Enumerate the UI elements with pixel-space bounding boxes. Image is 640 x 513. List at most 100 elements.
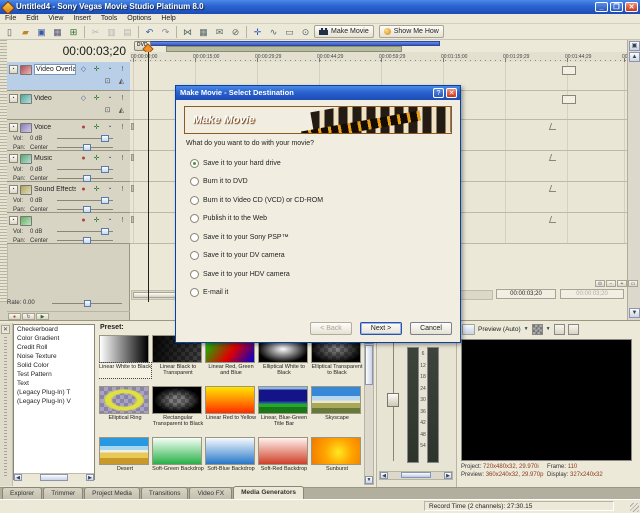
chevron-down-icon[interactable]: ▼ xyxy=(524,326,529,332)
preview-quality-label[interactable]: Preview (Auto) xyxy=(478,326,521,333)
slider-handle[interactable] xyxy=(100,135,109,142)
solo-icon[interactable]: ! xyxy=(117,122,128,133)
bypass-motion-blur-icon[interactable]: ⊡ xyxy=(102,76,113,87)
zoom-selection-button[interactable]: ▭ xyxy=(628,280,638,287)
cursor-time-display[interactable]: 00:00:03;20 xyxy=(63,44,126,58)
clip-event-icon[interactable] xyxy=(562,66,576,75)
preset-linear-white-to-black[interactable]: Linear White to Black xyxy=(99,335,152,385)
track-fx-icon[interactable]: ✛ xyxy=(91,93,102,104)
menu-view[interactable]: View xyxy=(43,15,68,22)
mute-icon[interactable]: ◔ xyxy=(104,93,115,104)
slider-handle[interactable] xyxy=(82,206,91,213)
paste-icon[interactable]: ▤ xyxy=(120,25,135,38)
mute-icon[interactable]: ◔ xyxy=(104,153,115,164)
audio-event-icon[interactable] xyxy=(131,123,134,130)
record-arm-icon[interactable]: ● xyxy=(78,215,89,226)
track-header-music[interactable]: ▪ Music ● ✛ ◔! Vol: 0 dB Pan: Center xyxy=(7,151,130,182)
slider-handle[interactable] xyxy=(82,175,91,182)
minimize-button[interactable]: _ xyxy=(595,2,608,12)
track-header-voice[interactable]: ▪ Voice ● ✛ ◔! Vol: 0 dB Pan: Center xyxy=(7,120,130,151)
vol-row-slider[interactable] xyxy=(57,135,113,142)
tab-explorer[interactable]: Explorer xyxy=(2,487,43,499)
track-color-swatch[interactable] xyxy=(20,93,32,104)
track-minimize-icon[interactable]: ▪ xyxy=(9,94,18,103)
preset-soft-red-backdrop[interactable]: Soft-Red Backdrop xyxy=(258,437,310,485)
radio-button-icon[interactable] xyxy=(190,214,199,224)
dialog-close-button[interactable]: ✕ xyxy=(446,88,457,98)
selection-end-box[interactable]: 00:00:03;20 xyxy=(560,289,624,299)
track-header-sound-effects[interactable]: ▪ Sound Effects ● ✛ ◔! Vol: 0 dB Pan: Center xyxy=(7,182,130,213)
dialog-option-3[interactable]: Publish it to the Web xyxy=(190,210,323,229)
tab-transitions[interactable]: Transitions xyxy=(140,487,189,499)
track-minimize-icon[interactable]: ▪ xyxy=(9,185,18,194)
close-button[interactable]: ✕ xyxy=(625,2,638,12)
slider-handle[interactable] xyxy=(100,166,109,173)
project-properties-icon[interactable]: ▦ xyxy=(50,25,65,38)
track-color-swatch[interactable] xyxy=(20,153,32,164)
radio-button-icon[interactable] xyxy=(190,158,199,168)
vol-row-slider[interactable] xyxy=(57,197,113,204)
radio-button-icon[interactable] xyxy=(190,195,199,205)
vol-row-slider[interactable] xyxy=(57,166,113,173)
generator-item[interactable]: (Legacy Plug-In) T xyxy=(14,388,94,397)
save-project-icon[interactable]: ▣ xyxy=(34,25,49,38)
zoom-edit-tool-button[interactable]: ⊙ xyxy=(595,280,605,287)
menu-insert[interactable]: Insert xyxy=(68,15,96,22)
track-name[interactable]: Voice xyxy=(34,124,76,131)
track-name[interactable]: Video xyxy=(34,95,76,102)
automatic-crossfades-icon[interactable]: ⋈ xyxy=(180,25,195,38)
scroll-thumb[interactable] xyxy=(401,472,431,478)
scroll-right-arrow[interactable]: ▶ xyxy=(444,472,452,479)
slider-handle[interactable] xyxy=(82,237,91,244)
slider-handle[interactable] xyxy=(100,228,109,235)
play-button[interactable]: ▶ xyxy=(36,313,49,320)
solo-icon[interactable]: ! xyxy=(117,64,128,75)
scroll-down-arrow[interactable]: ▼ xyxy=(365,476,373,484)
preset-linear-red-to-yellow[interactable]: Linear Red to Yellow xyxy=(205,386,257,436)
import-media-icon[interactable]: ⊞ xyxy=(66,25,81,38)
preset-skyscape[interactable]: Skyscape xyxy=(311,386,363,436)
track-minimize-icon[interactable]: ▪ xyxy=(9,216,18,225)
zoom-edit-tool-icon[interactable]: ⊙ xyxy=(298,25,313,38)
quantize-to-frames-icon[interactable]: ▦ xyxy=(196,25,211,38)
split-screen-icon[interactable] xyxy=(531,323,543,335)
show-me-how-button[interactable]: Show Me How xyxy=(378,25,444,38)
mixer-scrollbar[interactable]: ◀ ▶ xyxy=(379,471,453,480)
track-header-video[interactable]: ▪ Video ◇ ✛ ◔! ⊡ ◭ xyxy=(7,91,130,120)
solo-icon[interactable]: ! xyxy=(117,215,128,226)
menu-edit[interactable]: Edit xyxy=(21,15,43,22)
scroll-left-arrow[interactable]: ◀ xyxy=(14,474,22,481)
menu-options[interactable]: Options xyxy=(122,15,156,22)
audio-event-icon[interactable] xyxy=(131,185,134,192)
preset-linear-blue-green-title-bar[interactable]: Linear, Blue-Green Title Bar xyxy=(258,386,310,436)
bypass-motion-blur-icon[interactable]: ⊡ xyxy=(102,105,113,116)
audio-event-icon[interactable] xyxy=(131,216,134,223)
mute-icon[interactable]: ◔ xyxy=(104,184,115,195)
timeline-pane-button[interactable]: ▣ xyxy=(629,41,640,51)
audio-event-fade-icon[interactable] xyxy=(548,123,559,130)
make-movie-button[interactable]: Make Movie xyxy=(314,25,374,38)
cut-icon[interactable]: ✂ xyxy=(88,25,103,38)
record-arm-icon[interactable]: ● xyxy=(78,122,89,133)
generator-item[interactable]: Credit Roll xyxy=(14,343,94,352)
scroll-right-arrow[interactable]: ▶ xyxy=(86,474,94,481)
rate-slider-handle[interactable] xyxy=(84,300,91,307)
generator-item[interactable]: Color Gradient xyxy=(14,334,94,343)
tab-project-media[interactable]: Project Media xyxy=(84,487,140,499)
generator-item[interactable]: Checkerboard xyxy=(14,325,94,334)
tab-media-generators[interactable]: Media Generators xyxy=(233,486,305,499)
new-project-icon[interactable]: ▯ xyxy=(2,25,17,38)
mute-icon[interactable]: ◔ xyxy=(104,64,115,75)
record-arm-icon[interactable]: ● xyxy=(78,184,89,195)
zoom-out-button[interactable]: − xyxy=(606,280,616,287)
track-color-swatch[interactable] xyxy=(20,184,32,195)
cancel-button[interactable]: Cancel xyxy=(410,322,452,335)
back-button[interactable]: < Back xyxy=(310,322,352,335)
pan-row-slider[interactable] xyxy=(57,144,113,151)
track-color-swatch[interactable] xyxy=(20,64,32,75)
menu-file[interactable]: File xyxy=(0,15,21,22)
tab-trimmer[interactable]: Trimmer xyxy=(43,487,84,499)
preset-soft-blue-backdrop[interactable]: Soft-Blue Backdrop xyxy=(205,437,257,485)
track-fx-icon[interactable]: ✛ xyxy=(91,215,102,226)
maximize-button[interactable]: ❐ xyxy=(610,2,623,12)
